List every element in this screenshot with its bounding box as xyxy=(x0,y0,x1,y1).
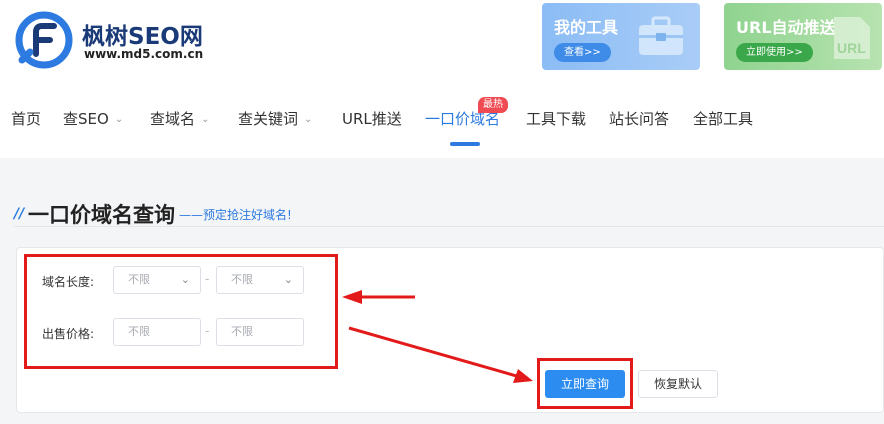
arrow-to-query xyxy=(348,326,521,379)
arrow-head-filters xyxy=(342,290,362,304)
annotation-arrows xyxy=(342,290,533,383)
arrow-head-query xyxy=(513,369,533,383)
